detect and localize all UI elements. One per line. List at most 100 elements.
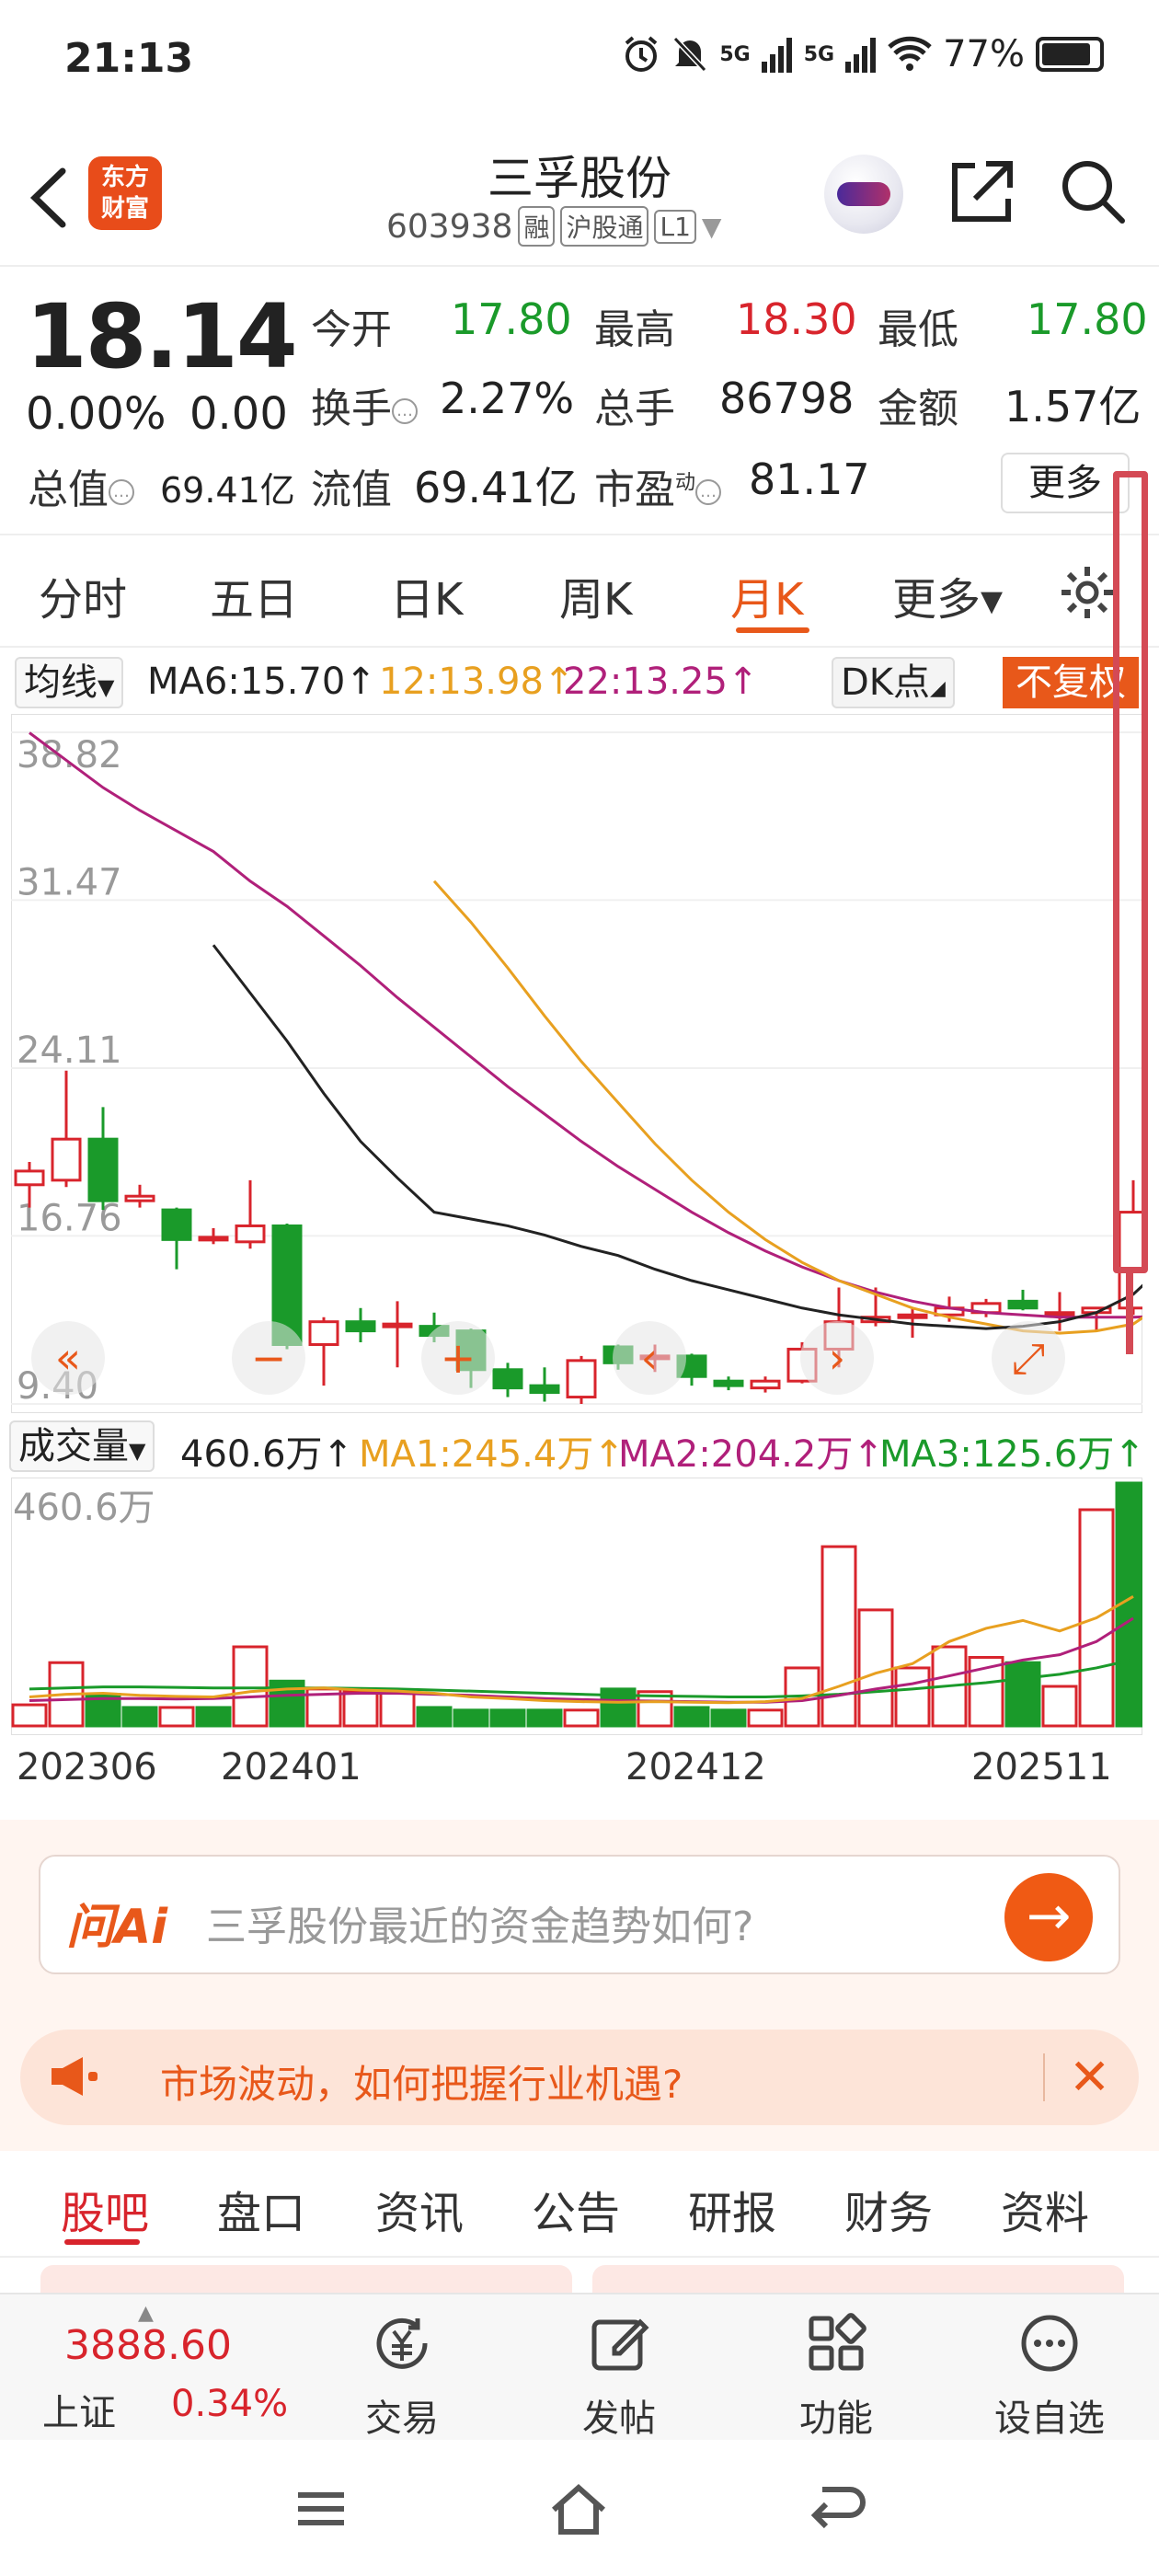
wifi-icon (888, 36, 932, 71)
ai-submit-button[interactable]: → (1004, 1873, 1093, 1961)
ma12-label: 12:13.98↑ (379, 661, 575, 703)
indicator-selector[interactable]: 均线▼ (15, 657, 124, 708)
index-name[interactable]: 上证 (42, 2383, 116, 2436)
candle-body (198, 1236, 229, 1242)
high-value: 18.30 (736, 294, 857, 344)
y-tick-label: 38.82 (17, 734, 122, 776)
margin-tag: 融 (518, 206, 556, 247)
float-value: 69.41亿 (414, 463, 578, 512)
index-value[interactable]: 3888.60 (64, 2322, 232, 2369)
info-icon[interactable]: … (695, 479, 722, 505)
y-tick-label: 24.11 (17, 1029, 122, 1072)
add-watchlist-button[interactable]: 设自选 (981, 2311, 1119, 2442)
zoom-in-icon[interactable]: + (421, 1321, 495, 1395)
volume-bar (342, 1690, 379, 1728)
tab-daily[interactable]: 日K (390, 563, 463, 627)
share-icon[interactable] (947, 156, 1017, 226)
stock-code-row[interactable]: 603938 融 沪股通 L1 ▼ (386, 206, 721, 247)
volume-selector[interactable]: 成交量▼ (9, 1420, 155, 1472)
info-icon[interactable]: … (392, 398, 418, 424)
tab-announcements[interactable]: 公告 (532, 2177, 620, 2241)
battery-icon (1036, 37, 1104, 72)
system-nav-bar (0, 2440, 1159, 2576)
tab-guba[interactable]: 股吧 (61, 2177, 149, 2241)
candle-body (492, 1368, 523, 1390)
fullscreen-icon-glyph: ⤢ (1012, 1333, 1046, 1383)
tab-weekly[interactable]: 周K (559, 563, 632, 627)
high-label: 最高 (594, 306, 675, 353)
alarm-icon (625, 36, 658, 72)
pe-label: 市盈动… (594, 456, 722, 515)
volume-chart[interactable]: 460.6万 (11, 1478, 1142, 1735)
info-icon[interactable]: … (109, 479, 134, 505)
period-tabs: 分时 五日 日K 周K 月K 更多▾ (0, 535, 1159, 648)
tab-intraday[interactable]: 分时 (39, 563, 127, 627)
volume-bar (1041, 1685, 1078, 1728)
ma-legend: 均线▼ MA6:15.70↑ 12:13.98↑ 22:13.25↑ DK点◢ … (0, 650, 1159, 714)
function-button[interactable]: 功能 (767, 2311, 905, 2442)
last-price: 18.14 (26, 285, 298, 388)
y-tick-label: 16.76 (17, 1197, 122, 1239)
add-watchlist-label: 设自选 (994, 2398, 1105, 2440)
open-value: 17.80 (451, 294, 572, 344)
tab-5day[interactable]: 五日 (210, 563, 298, 627)
tab-monthly[interactable]: 月K (730, 563, 803, 627)
candle-body (382, 1322, 413, 1328)
volume-bar (747, 1708, 784, 1728)
section-tabs: 股吧 盘口 资讯 公告 研报 财务 资料 (0, 2151, 1159, 2258)
tab-research[interactable]: 研报 (688, 2177, 776, 2241)
gear-icon[interactable] (1058, 563, 1117, 622)
back-nav-icon[interactable] (806, 2477, 870, 2541)
more-button[interactable]: 更多 (1001, 453, 1130, 513)
menu-icon[interactable] (289, 2477, 353, 2541)
tab-news[interactable]: 资讯 (375, 2177, 464, 2241)
status-icons: 5G 5G 77% (622, 33, 1104, 75)
home-icon[interactable] (546, 2477, 611, 2541)
function-label: 功能 (799, 2398, 873, 2440)
tab-orderbook[interactable]: 盘口 (217, 2177, 305, 2241)
search-icon[interactable] (1058, 156, 1128, 226)
tab-profile[interactable]: 资料 (1001, 2177, 1089, 2241)
candle (566, 1355, 597, 1404)
ai-robot-icon[interactable] (824, 155, 903, 234)
battery-percent: 77% (943, 33, 1025, 75)
candle-body (566, 1359, 597, 1399)
zoom-out-icon[interactable]: − (232, 1321, 305, 1395)
low-label: 最低 (878, 306, 958, 353)
active-section-indicator (64, 2239, 140, 2245)
low-value: 17.80 (1027, 294, 1148, 344)
megaphone-icon (52, 2057, 98, 2096)
dk-point-selector[interactable]: DK点◢ (832, 657, 955, 708)
active-tab-indicator (736, 627, 809, 633)
date-tick: 202511 (971, 1746, 1112, 1788)
tab-more[interactable]: 更多▾ (892, 563, 1003, 627)
candle-body (51, 1137, 82, 1182)
trade-button[interactable]: 交易 (333, 2311, 471, 2442)
volume-bar (416, 1706, 453, 1728)
ai-question-box[interactable]: 问Ai 三孚股份最近的资金趋势如何? → (39, 1855, 1120, 1974)
fullscreen-icon[interactable]: ⤢ (992, 1321, 1065, 1395)
close-icon[interactable]: ✕ (1069, 2048, 1110, 2106)
promo-banner[interactable]: 市场波动，如何把握行业机遇? ✕ (20, 2030, 1139, 2125)
candle-body (308, 1320, 339, 1346)
volume-bar (673, 1706, 710, 1728)
y-tick-label: 31.47 (17, 861, 122, 903)
scroll-left-icon[interactable]: « (31, 1321, 105, 1395)
step-left-icon[interactable]: ‹ (613, 1321, 686, 1395)
candle-body (897, 1313, 928, 1319)
post-button[interactable]: 发帖 (550, 2311, 688, 2442)
index-change[interactable]: 0.34% (171, 2383, 288, 2425)
tab-financials[interactable]: 财务 (844, 2177, 933, 2241)
mktcap-value: 69.41亿 (160, 470, 295, 511)
annotation-tail (1126, 1273, 1133, 1354)
network-label-1: 5G (719, 42, 751, 66)
mktcap-label: 总值… (28, 456, 134, 515)
volume-label: 总手 (594, 385, 675, 432)
volume-legend: 成交量▼ 460.6万↑ MA1:245.4万↑ MA2:204.2万↑ MA3… (0, 1417, 1159, 1478)
candle-body (124, 1194, 155, 1202)
status-bar: 21:13 5G 5G 77% (0, 0, 1159, 129)
bottom-toolbar: ▲ 3888.60 上证 0.34% 交易 发帖 功能 设自选 (0, 2293, 1159, 2440)
step-right-icon[interactable]: › (800, 1321, 874, 1395)
kline-chart[interactable]: 38.8231.4724.1116.769.40«−+‹›⤢ (11, 714, 1142, 1413)
candle-body (750, 1379, 781, 1390)
